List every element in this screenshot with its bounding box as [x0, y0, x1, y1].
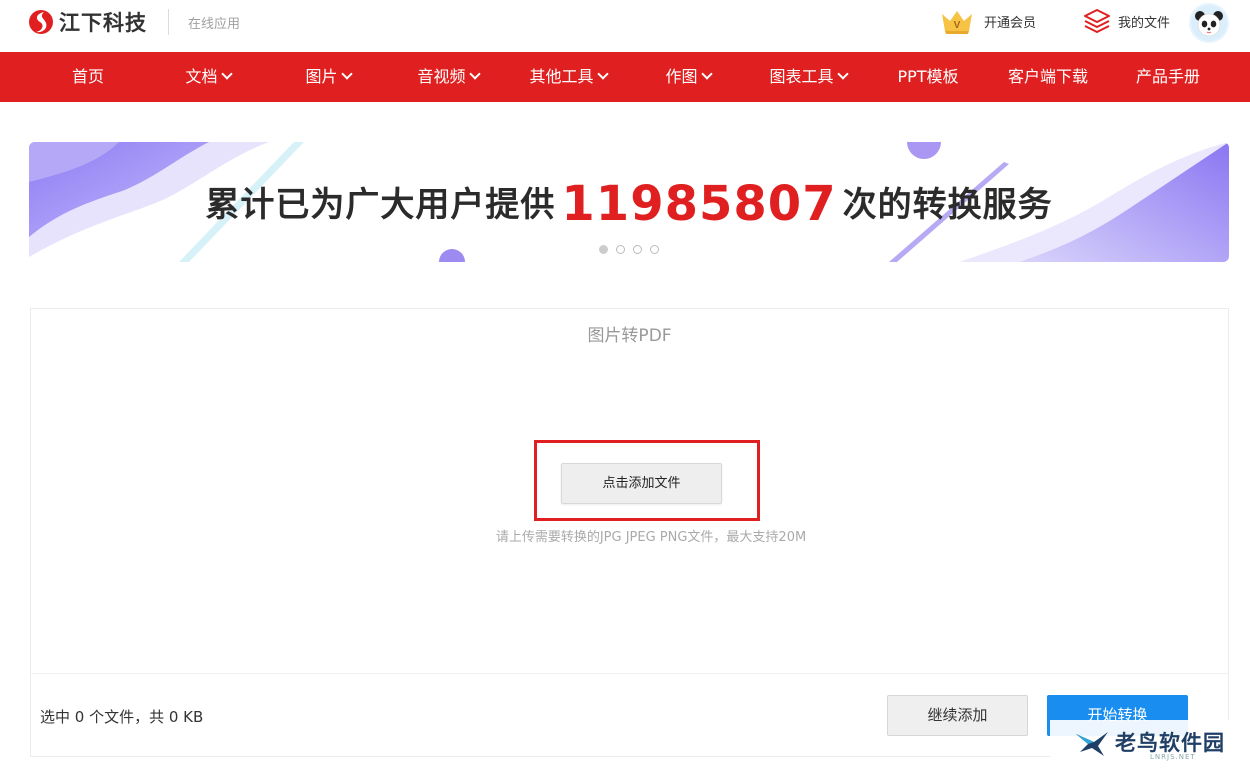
- user-avatar[interactable]: [1189, 3, 1229, 43]
- carousel-dot[interactable]: [633, 245, 642, 254]
- vip-link[interactable]: V 开通会员: [940, 8, 1036, 34]
- upload-panel: 图片转PDF 点击添加文件 请上传需要转换的JPG JPEG PNG文件，最大支…: [30, 308, 1229, 757]
- panda-avatar-icon: [1195, 11, 1223, 37]
- nav-item-label: 文档: [185, 67, 218, 86]
- nav-item[interactable]: 图片: [268, 52, 388, 102]
- nav-item[interactable]: 其他工具: [508, 52, 628, 102]
- site-watermark: 老鸟软件园 LNRJS.NET: [1050, 720, 1250, 770]
- nav-item-label: 图表工具: [769, 67, 834, 86]
- nav-item-label: 作图: [665, 67, 698, 86]
- brand-logo-icon: [29, 10, 53, 34]
- nav-item-label: 客户端下载: [1007, 67, 1088, 86]
- upload-hint: 请上传需要转换的JPG JPEG PNG文件，最大支持20M: [495, 530, 807, 545]
- carousel-dot[interactable]: [599, 245, 608, 254]
- promo-banner[interactable]: 累计已为广大用户提供 11985807 次的转换服务: [29, 142, 1229, 262]
- brand-logo-link[interactable]: 江下科技: [28, 6, 147, 38]
- chevron-down-icon: [340, 68, 353, 80]
- nav-item-label: 音视频: [417, 67, 466, 86]
- vip-label: 开通会员: [984, 15, 1037, 31]
- chevron-down-icon: [700, 68, 713, 80]
- nav-item[interactable]: 图表工具: [748, 52, 868, 102]
- nav-item[interactable]: 客户端下载: [988, 52, 1108, 102]
- nav-item-label: 图片: [305, 67, 338, 86]
- crown-icon: V: [942, 11, 972, 34]
- nav-item[interactable]: 音视频: [388, 52, 508, 102]
- top-header: 江下科技 在线应用 V 开通会员 我的文件: [0, 0, 1250, 52]
- panel-footer: 选中 0 个文件，共 0 KB 继续添加 开始转换: [31, 673, 1228, 757]
- svg-text:V: V: [954, 20, 961, 31]
- brand-name: 江下科技: [59, 11, 147, 35]
- nav-item-label: 首页: [71, 67, 104, 86]
- chevron-down-icon: [596, 68, 609, 80]
- watermark-subtext: LNRJS.NET: [1150, 753, 1196, 761]
- tool-title: 图片转PDF: [587, 326, 672, 346]
- continue-add-button[interactable]: 继续添加: [887, 695, 1028, 736]
- brand-subtitle: 在线应用: [188, 17, 241, 32]
- main-nav: 首页 文档 图片 音视频 其他工具 作图 图表工具 PPT模板 客户端下载 产品手册: [0, 52, 1250, 102]
- my-files-label: 我的文件: [1118, 15, 1171, 31]
- nav-item-label: 其他工具: [529, 67, 594, 86]
- bird-logo-icon: [1076, 732, 1108, 756]
- nav-item[interactable]: 首页: [28, 52, 148, 102]
- chevron-down-icon: [220, 68, 233, 80]
- my-files-link[interactable]: 我的文件: [1083, 8, 1170, 34]
- carousel-indicators: [599, 245, 667, 254]
- chevron-down-icon: [468, 68, 481, 80]
- chevron-down-icon: [836, 68, 849, 80]
- banner-suffix: 次的转换服务: [842, 185, 1053, 225]
- selection-info: 选中 0 个文件，共 0 KB: [40, 708, 204, 726]
- carousel-dot[interactable]: [616, 245, 625, 254]
- nav-item[interactable]: PPT模板: [868, 52, 988, 102]
- nav-item-label: PPT模板: [897, 67, 959, 86]
- nav-item[interactable]: 作图: [628, 52, 748, 102]
- add-file-button[interactable]: 点击添加文件: [561, 463, 722, 504]
- nav-item[interactable]: 产品手册: [1108, 52, 1228, 102]
- banner-prefix: 累计已为广大用户提供: [205, 185, 556, 225]
- banner-count: 11985807: [561, 176, 837, 232]
- nav-item[interactable]: 文档: [148, 52, 268, 102]
- carousel-dot[interactable]: [650, 245, 659, 254]
- layers-icon: [1084, 9, 1110, 33]
- brand-divider: [168, 9, 169, 35]
- nav-item-label: 产品手册: [1135, 67, 1200, 86]
- banner-headline: 累计已为广大用户提供 11985807 次的转换服务: [29, 172, 1229, 232]
